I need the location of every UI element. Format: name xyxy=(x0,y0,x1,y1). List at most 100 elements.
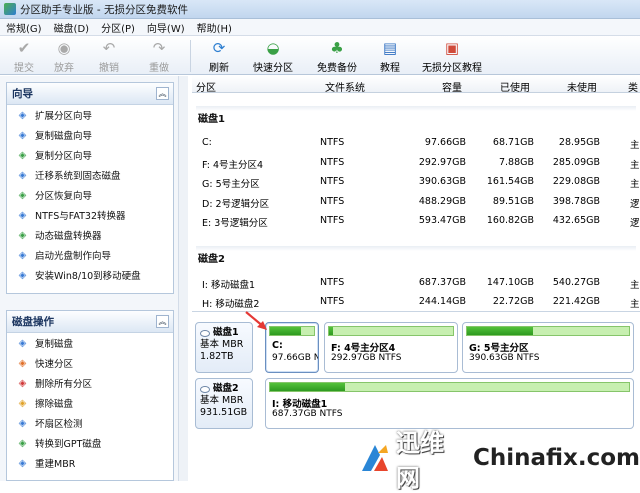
table-row[interactable]: D: 2号逻辑分区 NTFS 488.29GB 89.51GB 398.78GB 逻 xyxy=(192,193,640,211)
col-used[interactable]: 已使用 xyxy=(500,79,530,94)
usage-fill xyxy=(270,383,346,391)
menu-help[interactable]: 帮助(H) xyxy=(191,20,238,35)
cell-free: 221.42GB xyxy=(552,296,600,307)
backup-icon: ♣ xyxy=(330,39,344,57)
partition-block[interactable]: I: 移动磁盘1 687.37GB NTFS xyxy=(265,378,634,429)
cell-type: 主 xyxy=(630,140,640,151)
convert-icon: ◈ xyxy=(18,209,27,221)
cell-fs: NTFS xyxy=(320,176,345,187)
wizard-item[interactable]: ◈ 扩展分区向导 xyxy=(7,105,173,125)
partition-name: I: 移动磁盘1 xyxy=(272,399,328,410)
disk-scheme: 基本 MBR xyxy=(200,395,244,406)
wizard-item[interactable]: ◈ 启动光盘制作向导 xyxy=(7,245,173,265)
wizard-item-label: 复制分区向导 xyxy=(35,151,93,162)
extend-icon: ◈ xyxy=(18,109,27,121)
undo-button[interactable]: ↶ 撤销 xyxy=(84,36,134,75)
wizard-item[interactable]: ◈ NTFS与FAT32转换器 xyxy=(7,205,173,225)
quick-partition-button[interactable]: ◒ 快速分区 xyxy=(241,36,305,75)
quick-partition-icon: ◒ xyxy=(266,39,280,57)
wizard-item[interactable]: ◈ 复制分区向导 xyxy=(7,145,173,165)
copy-partition-icon: ◈ xyxy=(18,149,27,161)
disk-group-header: 磁盘2 xyxy=(198,253,225,265)
discard-button[interactable]: ◉ 放弃 xyxy=(44,36,84,75)
table-row[interactable]: F: 4号主分区4 NTFS 292.97GB 7.88GB 285.09GB 主 xyxy=(192,154,640,172)
lossless-tutorial-button[interactable]: ▣ 无损分区教程 xyxy=(411,36,493,75)
disk-icon xyxy=(200,329,210,337)
disk-op-item-label: 快速分区 xyxy=(35,359,74,370)
partition-block[interactable]: F: 4号主分区4 292.97GB NTFS xyxy=(324,322,458,373)
cell-part: D: 2号逻辑分区 xyxy=(202,198,270,210)
usage-fill xyxy=(270,327,301,335)
title-bar: 分区助手专业版 - 无损分区免费软件 xyxy=(0,0,640,19)
left-panel-scrollbar[interactable] xyxy=(178,76,188,481)
partition-size: 97.66GB NTFS xyxy=(272,353,318,363)
redo-icon: ↷ xyxy=(152,39,166,57)
lossless-tutorial-icon: ▣ xyxy=(444,39,460,57)
free-backup-button[interactable]: ♣ 免费备份 xyxy=(305,36,369,75)
submit-button[interactable]: ✔ 提交 xyxy=(4,36,44,75)
partition-block[interactable]: G: 5号主分区 390.63GB NTFS xyxy=(462,322,634,373)
col-type[interactable]: 类 xyxy=(628,79,638,94)
wizard-item[interactable]: ◈ 分区恢复向导 xyxy=(7,185,173,205)
table-row[interactable]: I: 移动磁盘1 NTFS 687.37GB 147.10GB 540.27GB 主 xyxy=(192,274,640,292)
partition-block[interactable]: C: 97.66GB NTFS xyxy=(265,322,319,373)
wizard-item[interactable]: ◈ 动态磁盘转换器 xyxy=(7,225,173,245)
watermark: 迅维网 Chinafix.com xyxy=(360,429,640,492)
menu-disk[interactable]: 磁盘(D) xyxy=(48,20,96,35)
cell-used: 89.51GB xyxy=(492,195,534,207)
left-panel: 向导 ︽ ◈ 扩展分区向导 ◈ 复制磁盘向导 ◈ 复制分区向导 ◈ 迁移系统到固态磁盘 ◈ 分区恢… xyxy=(0,76,188,481)
col-filesystem[interactable]: 文件系统 xyxy=(325,79,365,94)
disk-label[interactable]: 磁盘2 基本 MBR 931.51GB xyxy=(195,378,253,429)
copy-disk-icon: ◈ xyxy=(18,337,27,349)
partition-table-header: 分区 文件系统 容量 已使用 未使用 类 xyxy=(192,76,640,94)
copy-disk-icon: ◈ xyxy=(18,129,27,141)
disk-op-item[interactable]: ◈ 坏扇区检测 xyxy=(7,413,173,433)
col-capacity[interactable]: 容量 xyxy=(442,79,462,94)
cell-type: 主 xyxy=(630,159,640,171)
wizard-item-label: 分区恢复向导 xyxy=(35,191,93,202)
cell-fs: NTFS xyxy=(320,195,345,207)
redo-button[interactable]: ↷ 重做 xyxy=(134,36,184,75)
disk-name: 磁盘2 xyxy=(200,383,252,395)
check-icon: ✔ xyxy=(17,39,31,57)
undo-icon: ↶ xyxy=(102,39,116,57)
wizard-item[interactable]: ◈ 迁移系统到固态磁盘 xyxy=(7,165,173,185)
disk-size: 1.82TB xyxy=(200,351,234,362)
partition-size: 292.97GB NTFS xyxy=(331,353,402,363)
disk-op-item-label: 转换到GPT磁盘 xyxy=(35,439,102,450)
disk-op-item[interactable]: ◈ 快速分区 xyxy=(7,353,173,373)
disk-op-item[interactable]: ◈ 擦除磁盘 xyxy=(7,393,173,413)
disk-op-item[interactable]: ◈ 删除所有分区 xyxy=(7,373,173,393)
usage-bar xyxy=(466,326,630,336)
table-row[interactable]: G: 5号主分区 NTFS 390.63GB 161.54GB 229.08GB 主 xyxy=(192,173,640,191)
disk-ops-section: 磁盘操作 ︽ ◈ 复制磁盘 ◈ 快速分区 ◈ 删除所有分区 ◈ 擦除磁盘 ◈ 坏扇区检测 ◈ 转换到G… xyxy=(6,310,174,481)
cell-type: 逻 xyxy=(630,198,640,210)
collapse-disk-ops-button[interactable]: ︽ xyxy=(156,315,169,328)
col-free[interactable]: 未使用 xyxy=(567,79,597,94)
cell-free: 540.27GB xyxy=(552,276,600,288)
refresh-icon: ⟳ xyxy=(212,39,226,57)
disk-name-text: 磁盘2 xyxy=(213,383,239,394)
refresh-button[interactable]: ⟳ 刷新 xyxy=(197,36,241,75)
menu-wizard[interactable]: 向导(W) xyxy=(141,20,191,35)
menu-general[interactable]: 常规(G) xyxy=(0,20,48,35)
table-row[interactable]: C: NTFS 97.66GB 68.71GB 28.95GB 主 xyxy=(192,134,640,152)
collapse-wizard-button[interactable]: ︽ xyxy=(156,87,169,100)
menu-partition[interactable]: 分区(P) xyxy=(95,20,141,35)
disk-op-item[interactable]: ◈ 重建MBR xyxy=(7,453,173,473)
wizard-item[interactable]: ◈ 安装Win8/10到移动硬盘 xyxy=(7,265,173,285)
tutorial-button[interactable]: ▤ 教程 xyxy=(369,36,411,75)
cell-free: 432.65GB xyxy=(552,215,600,226)
migrate-icon: ◈ xyxy=(18,169,27,181)
wizard-item[interactable]: ◈ 复制磁盘向导 xyxy=(7,125,173,145)
table-row[interactable]: E: 3号逻辑分区 NTFS 593.47GB 160.82GB 432.65GB 逻 xyxy=(192,212,640,230)
table-row[interactable]: H: 移动磁盘2 NTFS 244.14GB 22.72GB 221.42GB 主 xyxy=(192,293,640,308)
disk-op-item[interactable]: ◈ 转换到GPT磁盘 xyxy=(7,433,173,453)
mbr-icon: ◈ xyxy=(18,457,27,469)
usage-fill xyxy=(329,327,333,335)
disk-op-item[interactable]: ◈ 复制磁盘 xyxy=(7,333,173,353)
cell-cap: 488.29GB xyxy=(418,195,466,207)
tutorial-icon: ▤ xyxy=(382,39,398,57)
col-partition[interactable]: 分区 xyxy=(196,79,216,94)
cell-used: 22.72GB xyxy=(492,296,534,307)
